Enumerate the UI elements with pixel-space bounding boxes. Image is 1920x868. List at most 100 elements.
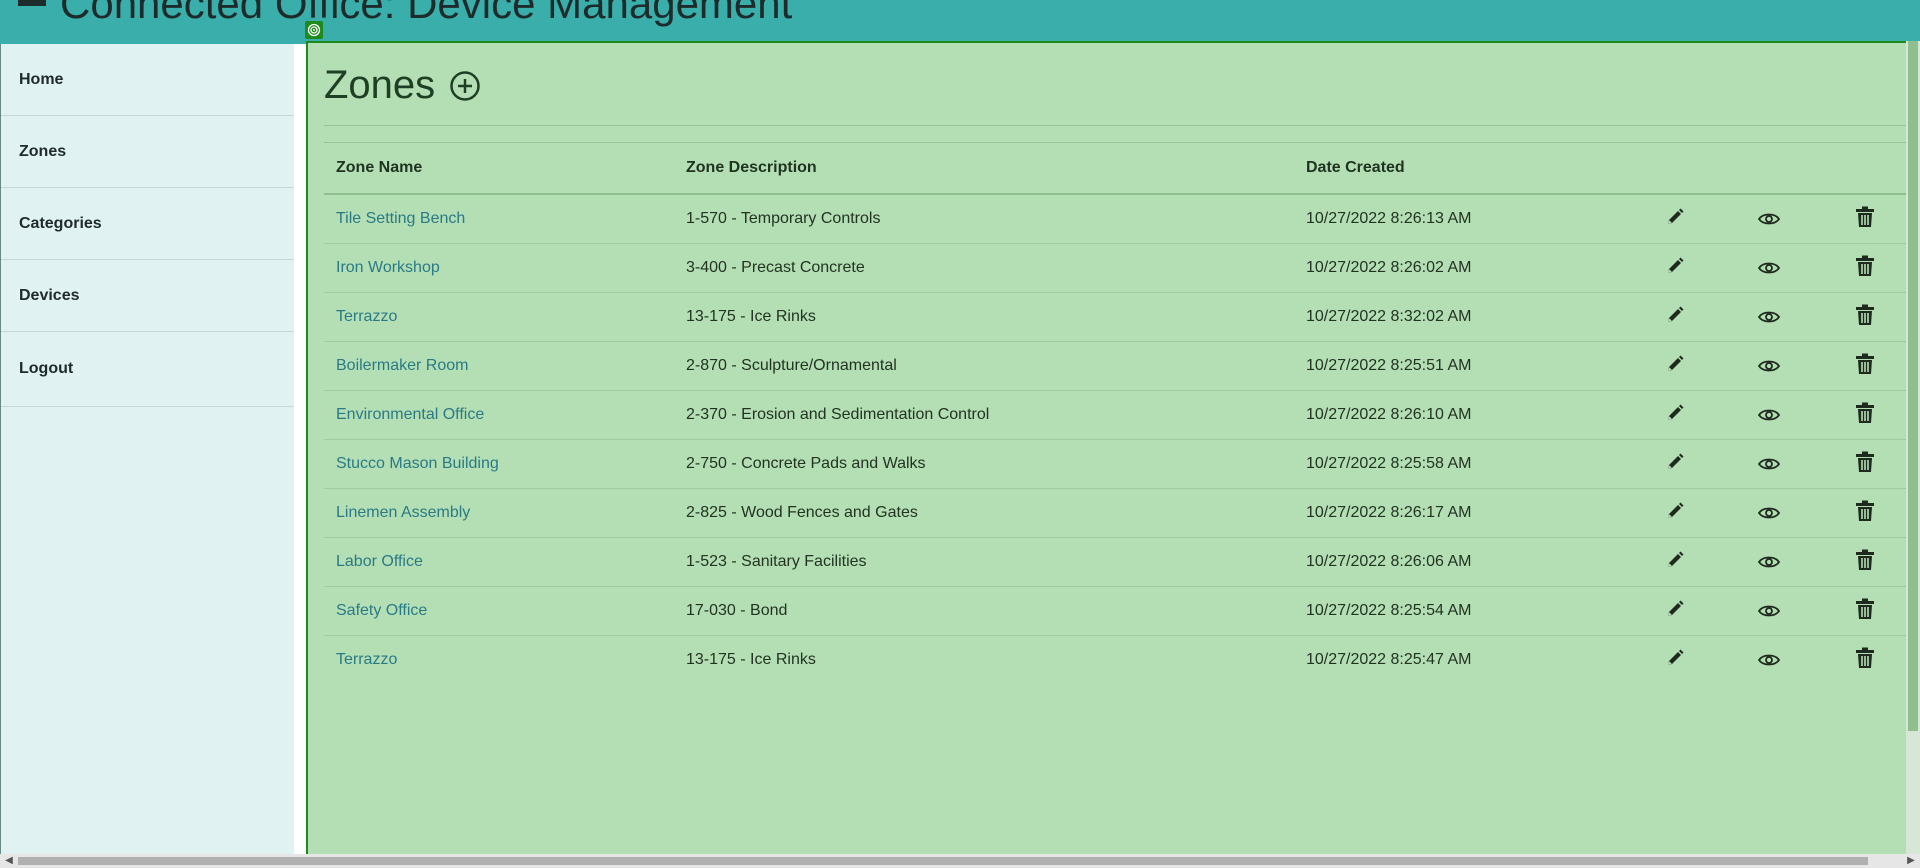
sidebar-item-home[interactable]: Home xyxy=(1,44,294,116)
zone-description-cell: 1-523 - Sanitary Facilities xyxy=(674,537,1294,587)
trash-icon[interactable] xyxy=(1854,500,1876,522)
selection-target-icon xyxy=(305,21,323,39)
vertical-scrollbar[interactable] xyxy=(1906,41,1920,868)
zone-name-link[interactable]: Terrazzo xyxy=(336,308,397,325)
scroll-left-arrow-icon[interactable]: ◀ xyxy=(2,854,16,868)
trash-icon[interactable] xyxy=(1854,647,1876,669)
table-row: Labor Office 1-523 - Sanitary Facilities 1… xyxy=(324,537,1906,587)
menu-icon[interactable] xyxy=(18,0,46,28)
header-divider xyxy=(324,125,1906,126)
date-created-cell: 10/27/2022 8:26:10 AM xyxy=(1294,390,1652,440)
sidebar-item-zones[interactable]: Zones xyxy=(1,116,294,188)
pencil-icon[interactable] xyxy=(1664,304,1686,326)
view-cell xyxy=(1746,194,1842,244)
eye-icon[interactable] xyxy=(1758,355,1780,377)
zone-name-link[interactable]: Labor Office xyxy=(336,553,423,570)
view-cell xyxy=(1746,488,1842,538)
trash-icon[interactable] xyxy=(1854,206,1876,228)
date-created-cell: 10/27/2022 8:25:47 AM xyxy=(1306,651,1472,668)
date-created-cell: 10/27/2022 8:26:06 AM xyxy=(1294,537,1652,587)
pencil-icon[interactable] xyxy=(1664,598,1686,620)
app-title: Connected Office: Device Management xyxy=(18,0,792,28)
trash-icon[interactable] xyxy=(1854,255,1876,277)
pencil-icon[interactable] xyxy=(1664,451,1686,473)
column-header-edit xyxy=(1652,143,1746,195)
zone-name-link[interactable]: Environmental Office xyxy=(336,406,484,423)
horizontal-scrollbar[interactable]: ◀ ▶ xyxy=(0,854,1920,868)
horizontal-scrollbar-thumb[interactable] xyxy=(18,857,1868,865)
pencil-icon[interactable] xyxy=(1664,402,1686,424)
trash-icon[interactable] xyxy=(1854,402,1876,424)
zone-name-cell: Safety Office xyxy=(324,586,674,636)
page-title: Zones xyxy=(324,63,436,107)
delete-cell xyxy=(1842,636,1906,685)
delete-cell xyxy=(1842,586,1906,636)
table-row: Boilermaker Room 2-870 - Sculpture/Orname… xyxy=(324,341,1906,391)
scroll-right-arrow-icon[interactable]: ▶ xyxy=(1904,854,1918,868)
add-zone-button[interactable] xyxy=(449,70,481,102)
eye-icon[interactable] xyxy=(1758,306,1780,328)
edit-cell xyxy=(1652,292,1746,342)
sidebar-item-categories[interactable]: Categories xyxy=(1,188,294,260)
edit-cell xyxy=(1652,537,1746,587)
zone-name-cell: Terrazzo xyxy=(324,292,674,342)
trash-icon[interactable] xyxy=(1854,549,1876,571)
column-header-zone-description[interactable]: Zone Description xyxy=(674,143,1294,195)
pencil-icon[interactable] xyxy=(1664,206,1686,228)
zone-name-cell: Environmental Office xyxy=(324,390,674,440)
zone-name-link[interactable]: Iron Workshop xyxy=(336,259,440,276)
view-cell xyxy=(1746,586,1842,636)
view-cell xyxy=(1746,292,1842,342)
eye-icon[interactable] xyxy=(1758,502,1780,524)
eye-icon[interactable] xyxy=(1758,649,1780,671)
zone-name-cell: Linemen Assembly xyxy=(324,488,674,538)
table-row: Tile Setting Bench 1-570 - Temporary Cont… xyxy=(324,194,1906,244)
sidebar-item-devices[interactable]: Devices xyxy=(1,260,294,332)
delete-cell xyxy=(1842,439,1906,489)
trash-icon[interactable] xyxy=(1854,598,1876,620)
trash-icon[interactable] xyxy=(1854,353,1876,375)
zone-name-link[interactable]: Safety Office xyxy=(336,602,427,619)
zone-name-link[interactable]: Boilermaker Room xyxy=(336,357,468,374)
pencil-icon[interactable] xyxy=(1664,353,1686,375)
eye-icon[interactable] xyxy=(1758,257,1780,279)
date-created-cell: 10/27/2022 8:26:13 AM xyxy=(1294,194,1652,244)
view-cell xyxy=(1746,636,1842,685)
zone-name-link[interactable]: Tile Setting Bench xyxy=(336,210,465,227)
app-window: Connected Office: Device Management Home… xyxy=(0,0,1920,868)
pencil-icon[interactable] xyxy=(1664,647,1686,669)
trash-icon[interactable] xyxy=(1854,304,1876,326)
delete-cell xyxy=(1842,194,1906,244)
delete-cell xyxy=(1842,292,1906,342)
zone-description-cell: 2-870 - Sculpture/Ornamental xyxy=(674,341,1294,391)
view-cell xyxy=(1746,243,1842,293)
table-row: Safety Office 17-030 - Bond 10/27/2022 8:2… xyxy=(324,586,1906,636)
eye-icon[interactable] xyxy=(1758,551,1780,573)
date-created-cell: 10/27/2022 8:25:51 AM xyxy=(1294,341,1652,391)
zone-name-link[interactable]: Linemen Assembly xyxy=(336,504,470,521)
zone-description-cell: 2-750 - Concrete Pads and Walks xyxy=(674,439,1294,489)
column-header-zone-name[interactable]: Zone Name xyxy=(324,143,674,195)
table-row: Iron Workshop 3-400 - Precast Concrete 10/… xyxy=(324,243,1906,293)
pencil-icon[interactable] xyxy=(1664,549,1686,571)
sidebar-item-logout[interactable]: Logout xyxy=(1,332,294,407)
eye-icon[interactable] xyxy=(1758,453,1780,475)
edit-cell xyxy=(1652,341,1746,391)
eye-icon[interactable] xyxy=(1758,600,1780,622)
pencil-icon[interactable] xyxy=(1664,255,1686,277)
vertical-scrollbar-thumb[interactable] xyxy=(1908,41,1918,731)
zone-name-link[interactable]: Stucco Mason Building xyxy=(336,455,499,472)
edit-cell xyxy=(1652,439,1746,489)
eye-icon[interactable] xyxy=(1758,208,1780,230)
column-header-delete xyxy=(1842,143,1906,195)
view-cell xyxy=(1746,390,1842,440)
page-header: Zones xyxy=(324,63,481,108)
edit-cell xyxy=(1652,390,1746,440)
trash-icon[interactable] xyxy=(1854,451,1876,473)
date-created-cell: 10/27/2022 8:26:17 AM xyxy=(1294,488,1652,538)
column-header-date-created[interactable]: Date Created xyxy=(1294,143,1652,195)
pencil-icon[interactable] xyxy=(1664,500,1686,522)
zone-name-link[interactable]: Terrazzo xyxy=(336,651,397,668)
eye-icon[interactable] xyxy=(1758,404,1780,426)
table-row: Stucco Mason Building 2-750 - Concrete Pa… xyxy=(324,439,1906,489)
